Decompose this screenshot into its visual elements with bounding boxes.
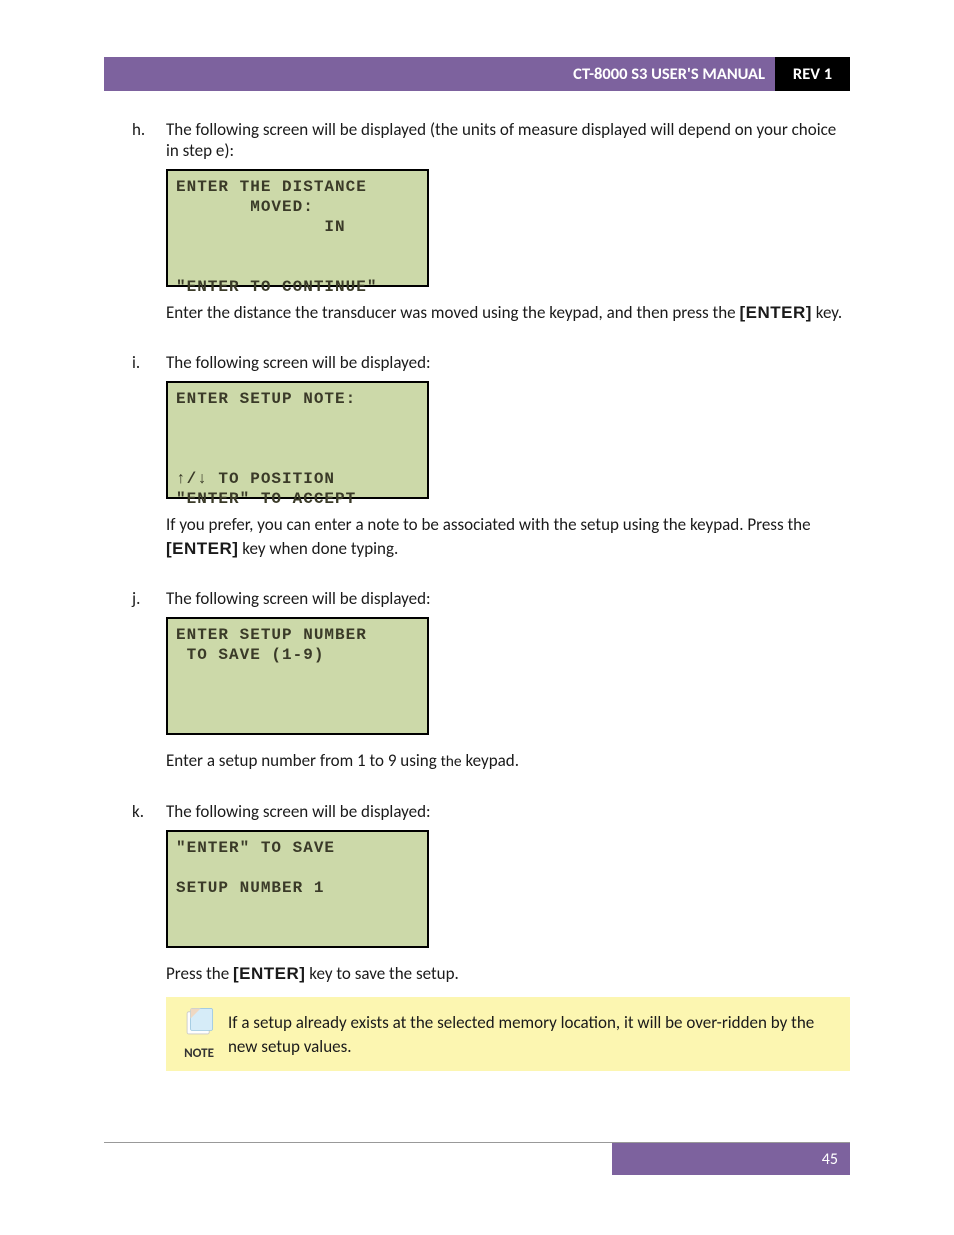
- step-after: Enter the distance the transducer was mo…: [166, 301, 850, 324]
- enter-key-label: [ENTER]: [166, 539, 238, 558]
- step-i: i. The following screen will be displaye…: [104, 352, 850, 560]
- page-number: 45: [612, 1143, 850, 1175]
- enter-key-label: [ENTER]: [233, 964, 305, 983]
- lcd-screen: ENTER SETUP NOTE: ↑/↓ TO POSITION "ENTER…: [166, 381, 429, 499]
- step-intro: The following screen will be displayed:: [166, 352, 850, 373]
- note-icon: [182, 1005, 216, 1039]
- note-text: If a setup already exists at the selecte…: [228, 1005, 842, 1059]
- page: CT-8000 S3 USER'S MANUAL REV 1 h. The fo…: [0, 0, 954, 1235]
- step-k: k. The following screen will be displaye…: [104, 801, 850, 1071]
- step-intro: The following screen will be displayed:: [166, 801, 850, 822]
- step-j: j. The following screen will be displaye…: [104, 588, 850, 772]
- note-box: NOTE If a setup already exists at the se…: [166, 997, 850, 1071]
- header-title: CT-8000 S3 USER'S MANUAL: [104, 57, 775, 91]
- step-marker: j.: [132, 588, 140, 609]
- lcd-screen: ENTER THE DISTANCE MOVED: IN "ENTER TO C…: [166, 169, 429, 287]
- step-list: h. The following screen will be displaye…: [104, 119, 850, 1071]
- enter-key-label: [ENTER]: [739, 303, 811, 322]
- lcd-screen: "ENTER" TO SAVE SETUP NUMBER 1: [166, 830, 429, 948]
- note-label: NOTE: [170, 1046, 228, 1061]
- step-after: Press the [ENTER] key to save the setup.: [166, 962, 850, 985]
- step-intro: The following screen will be displayed (…: [166, 119, 850, 161]
- header-bar: CT-8000 S3 USER'S MANUAL REV 1: [104, 57, 850, 91]
- step-intro: The following screen will be displayed:: [166, 588, 850, 609]
- step-marker: i.: [132, 352, 140, 373]
- step-marker: h.: [132, 119, 145, 140]
- footer: 45: [104, 1142, 850, 1175]
- step-marker: k.: [132, 801, 144, 822]
- step-after: If you prefer, you can enter a note to b…: [166, 513, 850, 560]
- step-after: Enter a setup number from 1 to 9 using t…: [166, 749, 850, 772]
- lcd-screen: ENTER SETUP NUMBER TO SAVE (1-9): [166, 617, 429, 735]
- step-h: h. The following screen will be displaye…: [104, 119, 850, 324]
- header-rev: REV 1: [775, 57, 850, 91]
